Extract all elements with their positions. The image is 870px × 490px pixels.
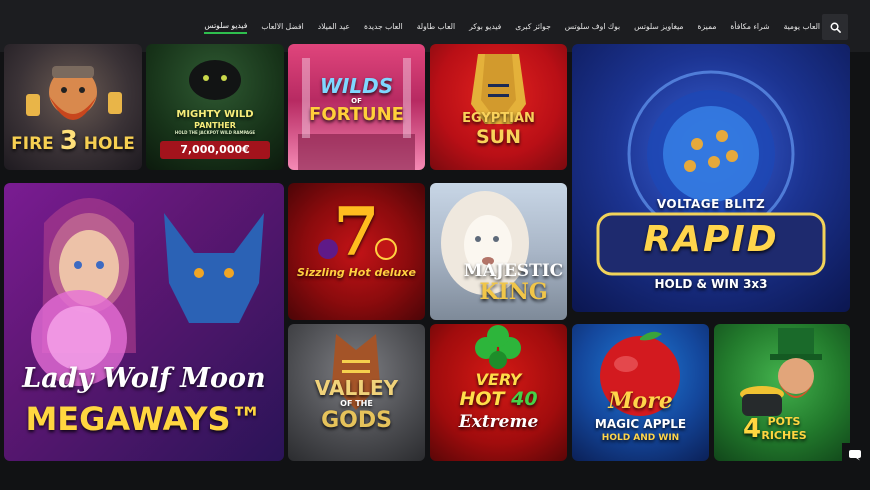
game-tile-wilds-of-fortune[interactable]: WILDS OF FORTUNE: [288, 44, 425, 170]
games-grid: FIRE 3 HOLE MIGHTY WILD PANTHER HOLD THE…: [0, 44, 870, 490]
nav-megaways-slots[interactable]: ميغاويز سلوتس: [634, 20, 683, 33]
fire-hole-title: FIRE: [11, 134, 54, 154]
pots-line2: RICHES: [761, 429, 807, 442]
nav-new-games[interactable]: العاب جديدة: [364, 20, 403, 33]
game-tile-majestic-king[interactable]: MAJESTIC KING: [430, 183, 567, 320]
pharaoh-mask-art: [471, 54, 526, 124]
nav-video-poker[interactable]: فيديو بوكر: [469, 20, 501, 33]
egyptian-sun-line2: SUN: [475, 126, 521, 148]
chat-button[interactable]: [842, 443, 868, 467]
magic-apple-line3: HOLD AND WIN: [601, 433, 680, 443]
game-tile-egyptian-sun[interactable]: EGYPTIAN SUN: [430, 44, 567, 170]
nav-best-games[interactable]: افضل الالعاب: [261, 20, 303, 33]
wilds-fortune-line2: FORTUNE: [309, 104, 404, 125]
nav-table-games[interactable]: العاب طاولة: [417, 20, 455, 33]
nav-book-of-slots[interactable]: بوك اوف سلوتس: [565, 20, 620, 33]
game-tile-valley-of-the-gods[interactable]: VALLEY OF THE GODS: [288, 324, 425, 461]
fire-hole-number: 3: [59, 126, 78, 156]
majestic-line2: KING: [479, 279, 548, 305]
rapid-brand: VOLTAGE BLITZ: [656, 197, 766, 211]
nav-daily-games[interactable]: العاب يومية: [784, 20, 820, 33]
very-hot-line2: HOT: [459, 388, 505, 410]
nav-jackpots[interactable]: جوائز كبرى: [515, 20, 551, 33]
mighty-wild-line2: WILD: [224, 109, 254, 120]
valley-line2: GODS: [321, 408, 392, 433]
pots-line1: POTS: [767, 415, 801, 428]
game-tile-4-pots-riches[interactable]: 4 POTS RICHES: [714, 324, 850, 461]
game-tile-more-magic-apple[interactable]: More MAGIC APPLE HOLD AND WIN: [572, 324, 709, 461]
lady-wolf-line1: Lady Wolf Moon: [22, 363, 266, 394]
nav-birthday[interactable]: عيد الميلاد: [318, 20, 350, 33]
game-tile-very-hot-40-extreme[interactable]: VERY HOT 40 Extreme: [430, 324, 567, 461]
chat-bubble-icon: [849, 450, 861, 461]
rapid-title: RAPID: [643, 219, 779, 260]
game-tile-voltage-blitz-rapid[interactable]: VOLTAGE BLITZ RAPID HOLD & WIN 3x3: [572, 44, 850, 312]
very-hot-line3: Extreme: [458, 412, 539, 432]
fire-hole-sub: HOLE: [83, 134, 135, 154]
mighty-wild-line1: MIGHTY: [176, 109, 221, 120]
nav-bonus-buy[interactable]: شراء مكافأة: [730, 20, 769, 33]
game-tile-mighty-wild-panther[interactable]: MIGHTY WILD PANTHER HOLD THE JACKPOT WIL…: [146, 44, 284, 170]
game-tile-lady-wolf-moon-megaways[interactable]: Lady Wolf Moon MEGAWAYS™: [4, 183, 284, 461]
rapid-sub: HOLD & WIN 3x3: [654, 277, 768, 291]
very-hot-line1: VERY: [475, 370, 522, 389]
nav-video-slots[interactable]: فيديو سلوتس: [204, 19, 248, 34]
mighty-wild-tagline: HOLD THE JACKPOT WILD RAMPAGE: [174, 130, 256, 135]
game-tile-sizzling-hot-deluxe[interactable]: 7 Sizzling Hot deluxe: [288, 183, 425, 320]
wilds-fortune-line1: WILDS: [319, 74, 394, 98]
energy-orb-art: [596, 70, 826, 276]
egyptian-sun-line1: EGYPTIAN: [462, 111, 535, 126]
magic-apple-line1: More: [608, 388, 673, 414]
search-button[interactable]: [822, 14, 848, 40]
magic-apple-line2: MAGIC APPLE: [594, 417, 687, 431]
game-tile-fire-in-the-hole-3[interactable]: FIRE 3 HOLE: [4, 44, 142, 170]
mighty-wild-line3: PANTHER: [194, 121, 236, 130]
fruit-icons-art: [318, 238, 397, 260]
majestic-line1: MAJESTIC: [463, 261, 564, 281]
search-icon: [830, 22, 841, 33]
valley-line1: VALLEY: [314, 376, 399, 400]
very-hot-number: 40: [511, 388, 538, 410]
nav-featured[interactable]: مميزة: [697, 20, 716, 33]
valley-of: OF THE: [340, 399, 373, 408]
lady-wolf-line2: MEGAWAYS™: [25, 400, 263, 438]
jackpot-badge: 7,000,000€: [160, 141, 270, 159]
sizzling-title: Sizzling Hot deluxe: [297, 266, 416, 279]
